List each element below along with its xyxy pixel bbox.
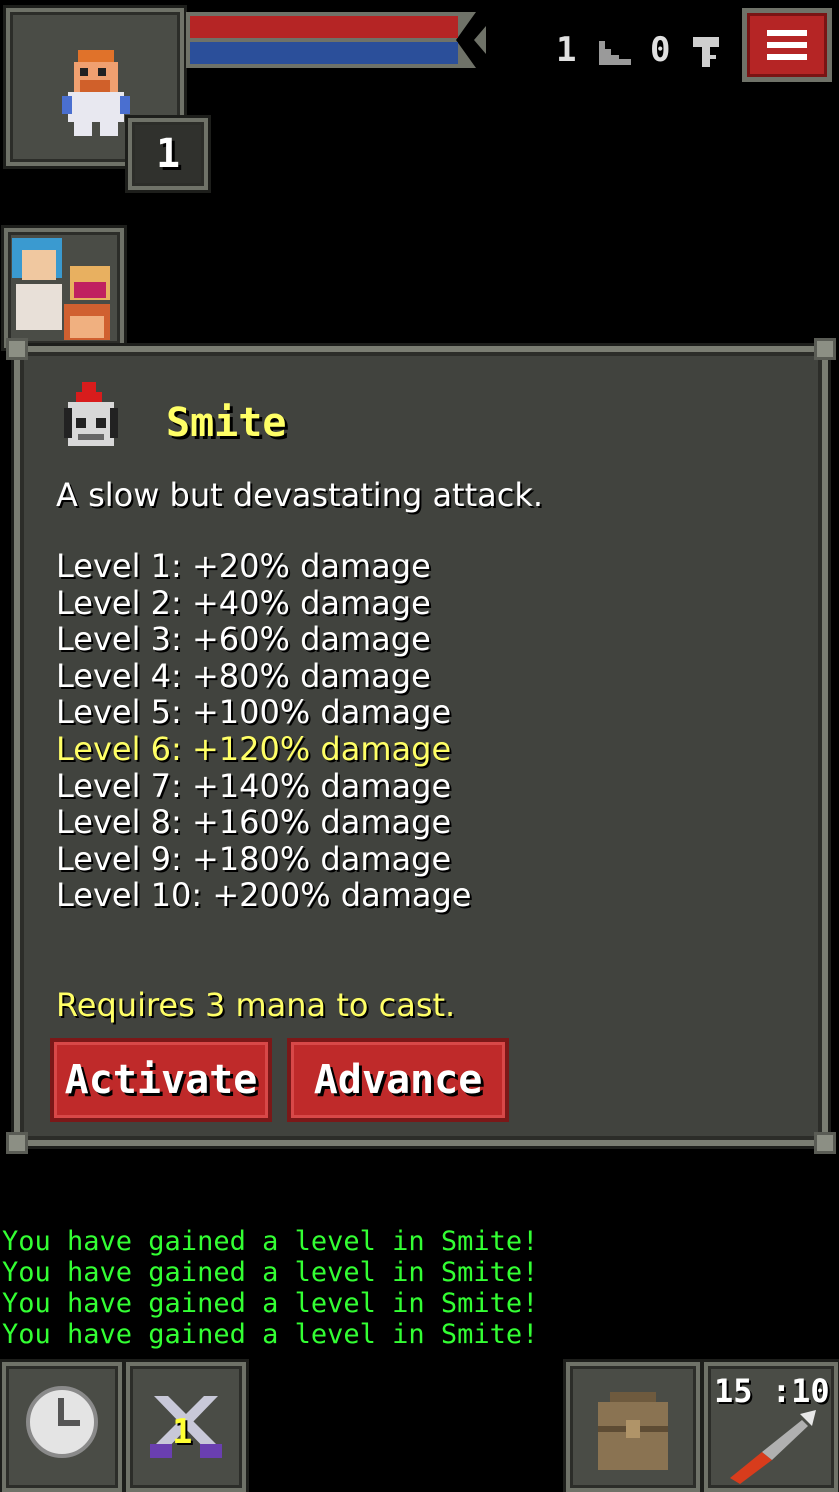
keys-value: 0	[650, 30, 671, 70]
shield-fill	[190, 42, 458, 64]
skill-title: Smite	[166, 400, 287, 446]
skill-level-item: Level 7: +140% damage	[56, 766, 452, 805]
dialog-corner	[6, 338, 28, 360]
skill-level-item: Level 9: +180% damage	[56, 839, 452, 878]
smite-skill-icon	[64, 382, 118, 446]
skill-level-list: Level 1: +20% damage Level 2: +40% damag…	[56, 548, 471, 914]
skill-level-item: Level 8: +160% damage	[56, 803, 452, 842]
depth-value: 1	[556, 30, 577, 70]
skill-level-item: Level 6: +120% damage	[56, 729, 452, 768]
stairs-icon	[597, 37, 633, 67]
skill-info-dialog: Smite A slow but devastating attack. Lev…	[6, 338, 836, 1154]
dialog-corner	[814, 1132, 836, 1154]
skill-level-item: Level 10: +200% damage	[56, 876, 472, 915]
menu-icon-bar	[767, 54, 807, 60]
search-button[interactable]: 1	[126, 1362, 246, 1492]
backpack-icon	[598, 1392, 668, 1470]
skill-level-item: Level 5: +100% damage	[56, 693, 452, 732]
hero-level-badge: 1	[128, 118, 208, 190]
activate-button[interactable]: Activate	[50, 1038, 272, 1122]
log-message: You have gained a level in Smite!	[2, 1226, 539, 1257]
log-message: You have gained a level in Smite!	[2, 1257, 539, 1288]
quickslot-item[interactable]: 15 :10	[704, 1362, 838, 1492]
depth-indicator: 1	[556, 30, 633, 70]
wait-button[interactable]	[2, 1362, 122, 1492]
item-counters: 15 :10	[714, 1372, 830, 1410]
item-count: 15	[714, 1372, 753, 1410]
clock-icon	[26, 1386, 98, 1458]
game-log: You have gained a level in Smite! You ha…	[2, 1226, 538, 1350]
weapon-badge: 1	[172, 1412, 193, 1452]
allies-panel[interactable]	[4, 228, 124, 348]
allies-portraits-icon	[12, 238, 110, 340]
skill-level-item: Level 4: +80% damage	[56, 656, 431, 695]
skill-level-item: Level 1: +20% damage	[56, 547, 431, 585]
health-bar	[186, 12, 498, 68]
keys-indicator: 0	[650, 30, 721, 70]
menu-button[interactable]	[742, 8, 832, 82]
backpack-button[interactable]	[566, 1362, 700, 1492]
advance-button[interactable]: Advance	[287, 1038, 509, 1122]
dialog-corner	[814, 338, 836, 360]
item-charge: :10	[771, 1372, 830, 1410]
mana-requirement: Requires 3 mana to cast.	[56, 986, 456, 1024]
menu-icon-bar	[767, 42, 807, 48]
dialog-corner	[6, 1132, 28, 1154]
dart-icon	[730, 1410, 816, 1484]
hp-fill	[190, 16, 458, 38]
menu-icon	[767, 30, 807, 36]
log-message: You have gained a level in Smite!	[2, 1319, 539, 1350]
hero-level-value: 1	[155, 131, 181, 177]
log-message: You have gained a level in Smite!	[2, 1288, 539, 1319]
skill-description: A slow but devastating attack.	[56, 476, 544, 514]
skill-level-item: Level 3: +60% damage	[56, 620, 431, 659]
key-icon	[691, 35, 721, 69]
skill-level-item: Level 2: +40% damage	[56, 583, 431, 622]
